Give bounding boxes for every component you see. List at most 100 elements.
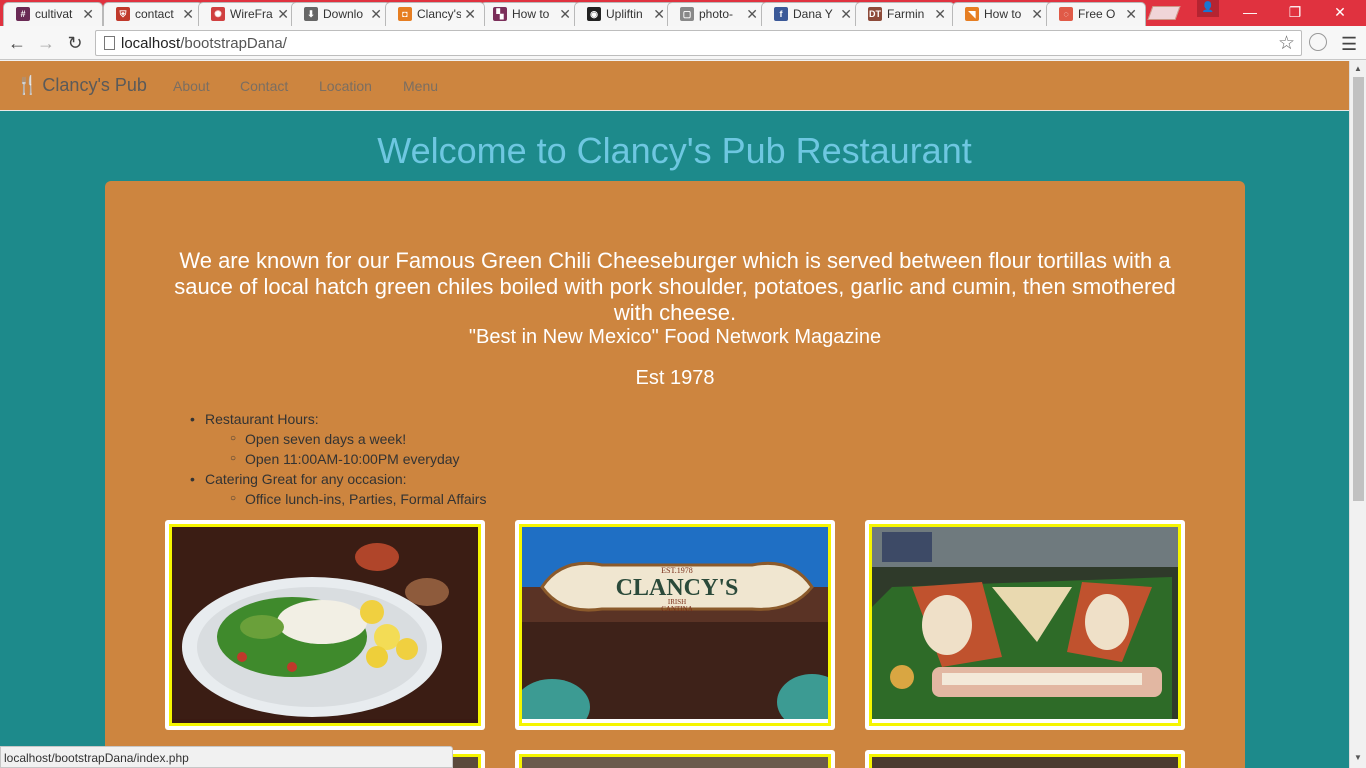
brand-link[interactable]: 🍴 Clancy's Pub — [16, 75, 147, 96]
browser-toolbar: ← → ↻ localhost/bootstrapDana/ ☆ ☰ — [0, 26, 1366, 60]
hours-item: Open seven days a week! — [230, 429, 486, 449]
tab-close-icon[interactable]: ✕ — [82, 6, 94, 23]
photo-salad — [165, 520, 485, 730]
nav-location[interactable]: Location — [319, 78, 372, 94]
chrome-menu-icon[interactable]: ☰ — [1341, 34, 1357, 55]
tab-close-icon[interactable]: ✕ — [464, 6, 476, 23]
established-text: Est 1978 — [635, 367, 715, 389]
tab-label: Downlo — [323, 7, 364, 21]
new-tab-button[interactable] — [1147, 6, 1181, 20]
photo-sign: EST.1978 CLANCY'S IRISH CANTINA — [515, 520, 835, 730]
back-arrow-icon[interactable]: ← — [5, 31, 29, 55]
tab-favicon-icon: f — [774, 7, 788, 21]
sign-sub2-text: CANTINA — [661, 605, 693, 613]
tab-label: Free O — [1078, 7, 1116, 21]
browser-tab[interactable]: ◘ Clancy's ✕ — [385, 2, 485, 26]
tab-close-icon[interactable]: ✕ — [182, 6, 194, 23]
tab-label: How to — [512, 7, 550, 21]
row2-image-3 — [869, 754, 1181, 768]
browser-tab[interactable]: ✺ WireFra ✕ — [198, 2, 298, 26]
tab-favicon-icon: ◌ — [1059, 7, 1073, 21]
tab-label: Clancy's — [417, 7, 461, 21]
close-window-icon[interactable]: ✕ — [1328, 0, 1352, 24]
cutlery-icon: 🍴 — [16, 75, 39, 95]
status-bar-url: localhost/bootstrapDana/index.php — [0, 746, 453, 768]
address-url[interactable]: localhost/bootstrapDana/ — [121, 35, 287, 52]
info-list: Restaurant Hours: Open seven days a week… — [190, 409, 486, 509]
bookmark-star-icon[interactable]: ☆ — [1278, 32, 1295, 55]
page-icon — [104, 36, 115, 50]
nav-contact[interactable]: Contact — [240, 78, 288, 94]
scroll-up-arrow-icon[interactable]: ▲ — [1354, 64, 1362, 73]
tab-favicon-icon: ▢ — [680, 7, 694, 21]
tab-label: Dana Y — [793, 7, 833, 21]
forward-arrow-icon[interactable]: → — [34, 31, 58, 55]
row2-image-2 — [519, 754, 831, 768]
url-path: /bootstrapDana/ — [180, 35, 287, 52]
photo-sushi — [865, 520, 1185, 730]
nav-menu[interactable]: Menu — [403, 78, 438, 94]
brand-name: Clancy's Pub — [42, 75, 147, 95]
tab-favicon-icon: ◘ — [398, 7, 412, 21]
nav-about[interactable]: About — [173, 78, 210, 94]
magazine-quote: "Best in New Mexico" Food Network Magazi… — [468, 326, 882, 348]
tab-favicon-icon: ⛨ — [116, 7, 130, 21]
tab-label: How to — [984, 7, 1022, 21]
tab-close-icon[interactable]: ✕ — [1031, 6, 1043, 23]
tab-favicon-icon: ▚ — [493, 7, 507, 21]
browser-tab[interactable]: ⬇ Downlo ✕ — [291, 2, 391, 26]
tab-label: contact — [135, 7, 174, 21]
minimize-icon[interactable]: — — [1238, 0, 1262, 24]
address-bar[interactable]: localhost/bootstrapDana/ ☆ — [95, 30, 1302, 56]
extension-icon[interactable] — [1309, 33, 1327, 51]
clancys-sign-image: EST.1978 CLANCY'S IRISH CANTINA — [519, 524, 831, 726]
restore-icon[interactable]: ❐ — [1283, 0, 1307, 24]
tab-close-icon[interactable]: ✕ — [653, 6, 665, 23]
browser-tab[interactable]: ⛨ contact ✕ — [103, 2, 203, 26]
famous-burger-text: We are known for our Famous Green Chili … — [174, 248, 1176, 325]
tab-label: Farmin — [887, 7, 925, 21]
tab-close-icon[interactable]: ✕ — [559, 6, 571, 23]
profile-icon[interactable]: 👤 — [1197, 0, 1219, 17]
browser-tab[interactable]: ◥ How to ✕ — [952, 2, 1052, 26]
photo-row2-2 — [515, 750, 835, 768]
tab-close-icon[interactable]: ✕ — [277, 6, 289, 23]
tab-favicon-icon: DT — [868, 7, 882, 21]
browser-tab[interactable]: ▚ How to ✕ — [480, 2, 580, 26]
reload-icon[interactable]: ↻ — [63, 31, 87, 55]
sign-est-text: EST.1978 — [661, 566, 693, 575]
page-viewport: 🍴 Clancy's Pub About Contact Location Men… — [0, 61, 1349, 768]
scroll-down-arrow-icon[interactable]: ▼ — [1354, 753, 1362, 762]
tab-favicon-icon: ⬇ — [304, 7, 318, 21]
scroll-thumb[interactable] — [1353, 77, 1364, 501]
content-panel: We are known for our Famous Green Chili … — [105, 181, 1245, 768]
catering-title: Catering Great for any occasion: — [190, 469, 486, 489]
catering-item: Office lunch-ins, Parties, Formal Affair… — [230, 489, 486, 509]
photo-row2-3 — [865, 750, 1185, 768]
tab-close-icon[interactable]: ✕ — [370, 6, 382, 23]
browser-tab[interactable]: DT Farmin ✕ — [855, 2, 955, 26]
tab-favicon-icon: # — [16, 7, 30, 21]
tab-label: photo- — [699, 7, 734, 21]
site-navbar: 🍴 Clancy's Pub About Contact Location Men… — [0, 61, 1349, 111]
browser-tab[interactable]: f Dana Y ✕ — [761, 2, 861, 26]
tab-close-icon[interactable]: ✕ — [746, 6, 758, 23]
tab-close-icon[interactable]: ✕ — [934, 6, 946, 23]
sushi-platter-image — [869, 524, 1181, 726]
page-title: Welcome to Clancy's Pub Restaurant — [377, 130, 972, 171]
browser-tab[interactable]: ◌ Free O ✕ — [1046, 2, 1146, 26]
hours-title: Restaurant Hours: — [190, 409, 486, 429]
browser-tab[interactable]: # cultivat ✕ — [3, 2, 103, 26]
browser-tab[interactable]: ▢ photo- ✕ — [667, 2, 767, 26]
hours-item: Open 11:00AM-10:00PM everyday — [230, 449, 486, 469]
tab-label: cultivat — [35, 7, 73, 21]
tab-favicon-icon: ✺ — [211, 7, 225, 21]
tab-favicon-icon: ◥ — [965, 7, 979, 21]
tab-label: WireFra — [230, 7, 273, 21]
browser-tab[interactable]: ◉ Upliftin ✕ — [574, 2, 674, 26]
page-scrollbar[interactable]: ▲ ▼ — [1349, 61, 1366, 768]
browser-tab-strip: # cultivat ✕ ⛨ contact ✕ ✺ WireFra ✕ ⬇ Downlo ✕ ◘ Cla… — [0, 0, 1366, 26]
salad-image — [169, 524, 481, 726]
tab-close-icon[interactable]: ✕ — [840, 6, 852, 23]
tab-close-icon[interactable]: ✕ — [1125, 6, 1137, 23]
